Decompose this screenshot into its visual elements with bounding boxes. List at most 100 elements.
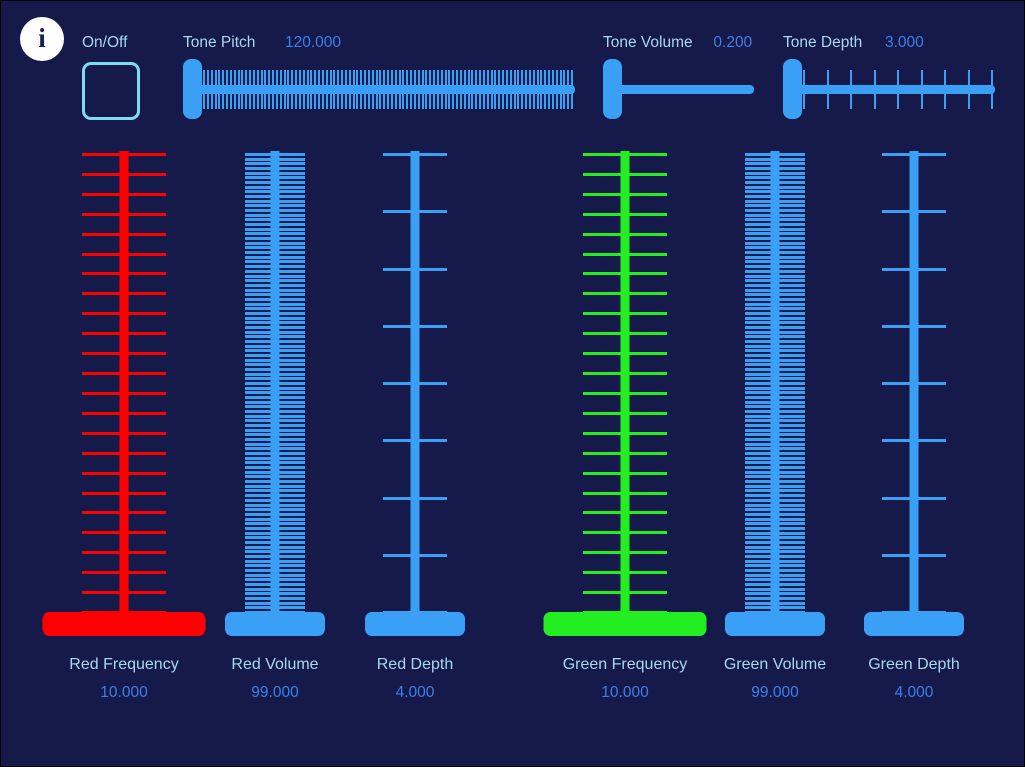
red-volume-tick	[279, 255, 305, 259]
green-frequency-tick	[583, 172, 621, 176]
tone-depth-tick	[803, 92, 805, 109]
tone-pitch-tick	[256, 70, 259, 87]
tone-pitch-tick	[272, 92, 274, 109]
green-depth-knob[interactable]	[864, 612, 964, 636]
red-volume-tick	[245, 582, 271, 586]
green-volume-tick	[745, 559, 771, 563]
green-volume-tick	[779, 311, 805, 315]
tone-pitch-tick	[329, 70, 332, 87]
red-volume-tick	[245, 386, 271, 390]
red-volume-tick	[245, 176, 271, 180]
green-volume-tick	[779, 251, 805, 255]
tone-pitch-tick	[536, 92, 539, 109]
tone-pitch-tick	[563, 70, 566, 87]
green-frequency-tick	[629, 391, 667, 395]
red-frequency-tick	[82, 292, 120, 296]
tone-pitch-tick	[517, 70, 520, 87]
tone-pitch-tick	[436, 92, 439, 109]
red-frequency-tick	[128, 252, 166, 256]
green-volume-tick	[779, 424, 805, 428]
tone-pitch-tick	[364, 92, 366, 109]
red-volume-tick	[279, 503, 305, 507]
green-volume-tick	[779, 265, 805, 269]
green-volume-tick	[779, 325, 805, 329]
tone-volume-track[interactable]	[603, 85, 754, 94]
red-depth-column[interactable]	[330, 151, 500, 636]
green-depth-column[interactable]	[829, 151, 999, 636]
red-volume-tick	[279, 377, 305, 381]
tone-volume-slider[interactable]	[603, 59, 754, 119]
tone-pitch-tick	[394, 92, 397, 109]
green-depth-tick	[918, 267, 946, 271]
red-volume-tick	[245, 363, 271, 367]
red-volume-tick	[279, 475, 305, 479]
green-volume-tick	[779, 447, 805, 451]
tone-pitch-tick	[444, 92, 447, 109]
red-volume-tick	[279, 265, 305, 269]
red-volume-tick	[279, 596, 305, 600]
red-volume-tick	[245, 494, 271, 498]
green-frequency-column[interactable]	[540, 151, 710, 636]
tone-depth-tick	[920, 70, 923, 87]
green-frequency-tick	[583, 391, 621, 395]
green-depth-tick	[918, 324, 946, 328]
tone-pitch-slider[interactable]	[183, 59, 575, 119]
red-frequency-tick	[82, 511, 120, 515]
red-frequency-knob[interactable]	[42, 612, 206, 636]
green-volume-tick	[779, 494, 805, 498]
tone-pitch-tick	[256, 92, 259, 109]
tone-pitch-tick	[341, 92, 343, 109]
tone-pitch-tick	[210, 92, 213, 109]
tone-pitch-tick	[410, 92, 412, 109]
green-depth-tick	[882, 553, 910, 557]
green-frequency-tick	[583, 153, 621, 156]
tone-volume-knob[interactable]	[603, 59, 622, 119]
red-volume-tick	[279, 433, 305, 437]
tone-depth-slider[interactable]	[783, 59, 995, 119]
red-volume-tick	[245, 498, 271, 502]
tone-depth-tick	[873, 92, 876, 109]
green-frequency-knob[interactable]	[543, 612, 707, 636]
tone-pitch-tick	[433, 70, 435, 87]
red-depth-tick	[419, 153, 447, 156]
green-volume-tick	[745, 157, 771, 161]
tone-pitch-tick	[329, 92, 332, 109]
red-volume-tick	[245, 601, 271, 605]
red-depth-knob[interactable]	[365, 612, 465, 636]
tone-pitch-ticks	[183, 59, 575, 119]
green-frequency-tick	[583, 431, 621, 435]
onoff-checkbox[interactable]	[82, 62, 140, 120]
green-depth-tick	[918, 553, 946, 557]
red-volume-tick	[279, 223, 305, 227]
tone-pitch-tick	[517, 92, 520, 109]
tone-pitch-tick	[344, 70, 347, 87]
red-volume-tick	[279, 325, 305, 329]
tone-pitch-knob[interactable]	[183, 59, 202, 119]
green-frequency-slider[interactable]: Green Frequency 10.000	[540, 151, 710, 701]
red-volume-tick	[279, 601, 305, 605]
green-volume-tick	[745, 176, 771, 180]
tone-pitch-tick	[571, 92, 573, 109]
red-volume-tick	[279, 157, 305, 161]
red-frequency-slider[interactable]: Red Frequency 10.000	[39, 151, 209, 701]
red-volume-knob[interactable]	[225, 612, 325, 636]
red-volume-tick	[245, 195, 271, 199]
green-volume-tick	[779, 470, 805, 474]
red-depth-slider[interactable]: Red Depth 4.000	[330, 151, 500, 701]
green-volume-tick	[745, 564, 771, 568]
green-volume-tick	[779, 181, 805, 185]
tone-pitch-tick	[298, 70, 301, 87]
tone-depth-knob[interactable]	[783, 59, 802, 119]
green-depth-slider[interactable]: Green Depth 4.000	[829, 151, 999, 701]
green-frequency-tick	[583, 332, 621, 336]
red-volume-tick	[279, 367, 305, 371]
red-volume-tick	[279, 358, 305, 362]
green-volume-tick	[745, 414, 771, 418]
info-icon[interactable]: i	[20, 17, 64, 61]
green-volume-tick	[745, 363, 771, 367]
red-volume-tick	[279, 489, 305, 493]
red-volume-tick	[279, 185, 305, 189]
red-frequency-column[interactable]	[39, 151, 209, 636]
green-volume-knob[interactable]	[725, 612, 825, 636]
green-volume-tick	[745, 316, 771, 320]
